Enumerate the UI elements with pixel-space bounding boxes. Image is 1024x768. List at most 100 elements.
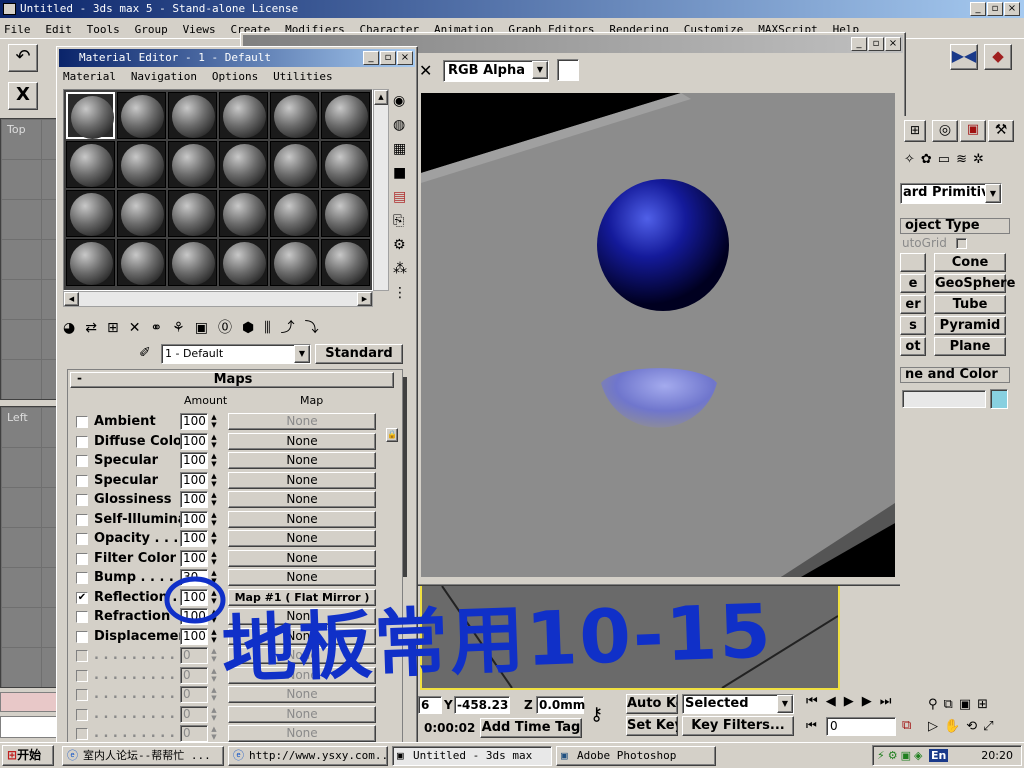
key-icon[interactable]: ⚷ (590, 704, 603, 725)
pan-icon[interactable]: ✋ (944, 719, 966, 734)
map-checkbox[interactable] (76, 650, 88, 662)
sample-slot[interactable] (168, 190, 217, 237)
menu-views[interactable]: Views (183, 23, 216, 36)
key-filters-button[interactable]: Key Filters... (682, 716, 794, 736)
show-end-result-icon[interactable]: ⫼ (264, 320, 280, 336)
script-listener[interactable] (0, 716, 58, 738)
map-slot-button[interactable]: None (228, 530, 376, 547)
x-coordinate-field[interactable]: 6 (418, 696, 442, 714)
map-checkbox[interactable] (76, 552, 88, 565)
map-checkbox[interactable] (76, 708, 88, 721)
map-checkbox[interactable] (76, 572, 88, 584)
set-key-button[interactable]: Set Key (626, 716, 678, 736)
map-checkbox[interactable] (76, 435, 88, 448)
chevron-down-icon[interactable]: ▼ (532, 61, 548, 79)
sample-slot[interactable] (117, 190, 166, 237)
mtl-menu-utilities[interactable]: Utilities (273, 70, 333, 83)
sphere-button[interactable]: e (900, 274, 926, 293)
map-slot-button[interactable]: None (228, 569, 376, 586)
menu-group[interactable]: Group (135, 23, 168, 36)
motion-icon[interactable]: ◎ (932, 120, 958, 142)
utilities-icon[interactable]: ⚒ (988, 120, 1014, 142)
sample-slot[interactable] (117, 92, 166, 139)
sample-slot[interactable] (66, 141, 115, 188)
show-map-icon[interactable]: ⬢ (242, 320, 264, 336)
map-slot-button[interactable]: None (228, 705, 376, 723)
object-name-field[interactable] (902, 390, 986, 408)
maximize-button[interactable]: ▫ (987, 2, 1003, 16)
spinner-icon[interactable]: ▲ ▼ (209, 706, 219, 723)
zoom-all-icon[interactable]: ⧉ (944, 697, 959, 712)
sample-slot[interactable] (117, 141, 166, 188)
sample-slot[interactable] (168, 239, 217, 286)
sample-slot[interactable] (168, 92, 217, 139)
go-parent-icon[interactable]: ⤴ (281, 320, 305, 336)
map-slot-button[interactable]: None (228, 510, 376, 528)
effects-channel-icon[interactable]: ⓪ (218, 320, 242, 336)
hierarchy-icon[interactable]: ⊞ (904, 120, 926, 142)
pyramid-button[interactable]: Pyramid (934, 316, 1006, 335)
object-color-swatch[interactable] (990, 389, 1008, 409)
select-link-button[interactable]: X (8, 82, 38, 110)
map-checkbox[interactable] (76, 416, 88, 428)
sample-slot[interactable] (66, 190, 115, 237)
torus-button[interactable]: s (900, 316, 926, 335)
material-navigator-icon[interactable]: ⋮ (393, 285, 407, 301)
tray-icons[interactable]: ⚡⚙▣◈ (877, 749, 925, 762)
mtl-close-button[interactable]: × (397, 51, 413, 65)
scroll-up-button[interactable]: ▲ (374, 90, 388, 105)
sample-slot[interactable] (270, 141, 319, 188)
play-icon[interactable]: ▶ (844, 694, 862, 709)
primitive-type-dropdown[interactable]: ard Primitive ▼ (900, 183, 1002, 204)
sample-slot[interactable] (66, 239, 115, 286)
sample-slot[interactable] (321, 239, 370, 286)
sample-slot[interactable] (219, 190, 268, 237)
backlight-icon[interactable]: ◍ (393, 117, 405, 133)
spinner-icon[interactable]: ▲ ▼ (209, 472, 219, 489)
sample-slot[interactable] (168, 141, 217, 188)
sample-slot[interactable] (270, 190, 319, 237)
put-library-icon[interactable]: ▣ (195, 320, 218, 336)
go-start-icon[interactable]: ⏮ (806, 694, 826, 709)
box-button[interactable] (900, 253, 926, 272)
map-checkbox[interactable] (76, 669, 88, 682)
render-maximize-button[interactable]: ▫ (868, 37, 884, 51)
channel-select[interactable]: RGB Alpha ▼ (443, 60, 549, 82)
cylinder-button[interactable]: er (900, 295, 926, 314)
close-button[interactable]: × (1004, 2, 1020, 16)
field-of-view-icon[interactable]: ▷ (928, 719, 944, 734)
map-slot-button[interactable]: None (228, 432, 376, 450)
lock-icon[interactable]: 🔒 (386, 428, 398, 442)
sample-slot[interactable] (66, 92, 115, 139)
sample-slot[interactable] (270, 92, 319, 139)
eraser-icon[interactable]: ◆ (984, 44, 1012, 70)
scroll-right-button[interactable]: ▶ (357, 292, 372, 306)
render-minimize-button[interactable]: _ (851, 37, 867, 51)
prev-frame-icon[interactable]: ◀ (826, 694, 844, 709)
map-slot-button[interactable]: None (228, 452, 376, 469)
map-slot-button[interactable]: None (228, 471, 376, 489)
menu-file[interactable]: File (4, 23, 31, 36)
color-swatch[interactable] (557, 59, 579, 81)
pick-material-icon[interactable]: ✐ (139, 345, 151, 361)
minimize-button[interactable]: _ (970, 2, 986, 16)
sample-slot[interactable] (270, 239, 319, 286)
zoom-icon[interactable]: ⚲ (928, 697, 944, 712)
spinner-icon[interactable]: ▲ ▼ (209, 647, 219, 664)
ime-indicator[interactable]: En (928, 749, 949, 762)
map-checkbox[interactable] (76, 611, 88, 623)
assign-material-icon[interactable]: ⊞ (107, 320, 129, 336)
sample-hscrollbar[interactable]: ◀ ▶ (63, 291, 373, 307)
material-name-field[interactable]: 1 - Default ▼ (161, 344, 311, 364)
sample-type-icon[interactable]: ◉ (393, 93, 405, 109)
viewport-left[interactable]: Left (0, 406, 58, 688)
sample-slot[interactable] (219, 239, 268, 286)
map-checkbox[interactable] (76, 513, 88, 526)
select-by-material-icon[interactable]: ⁂ (393, 261, 407, 277)
task-forum[interactable]: ⓔ 室内人论坛--帮帮忙 ... (62, 746, 224, 766)
key-mode-dropdown[interactable]: Selected ▼ (682, 694, 794, 714)
create-subcategory-icons[interactable]: ✧✿▭≋✲ (904, 152, 1020, 172)
make-copy-icon[interactable]: ⚭ (150, 320, 172, 336)
mtl-maximize-button[interactable]: ▫ (380, 51, 396, 65)
viewport-top[interactable]: Top (0, 118, 58, 400)
